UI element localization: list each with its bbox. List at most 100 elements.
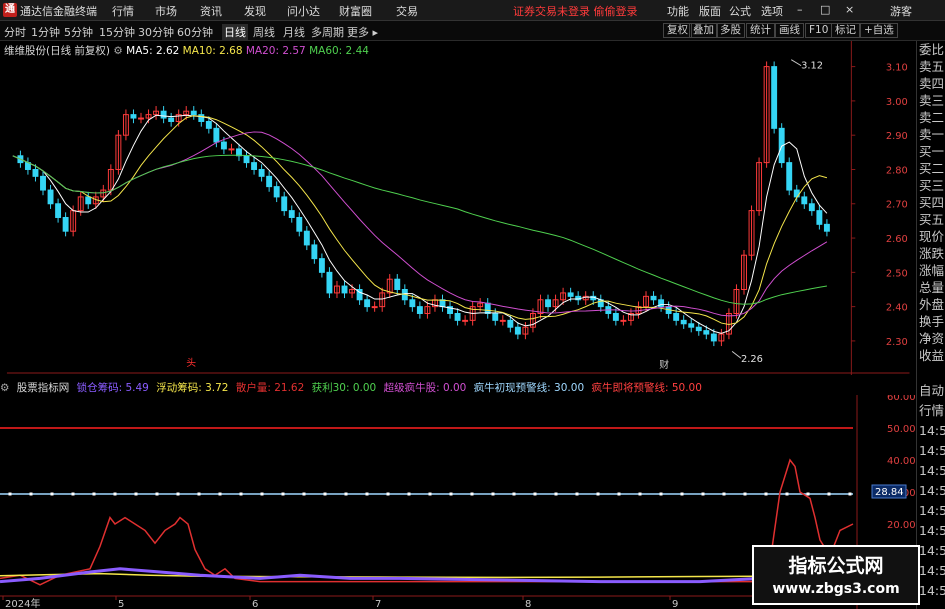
- close-button[interactable]: ×: [845, 3, 854, 16]
- kline-chart[interactable]: 3.10 3.00 2.90 2.80 2.70 2.60 2.50 2.40 2.30 3.1…: [0, 41, 945, 376]
- warning-line-dot: [512, 492, 516, 496]
- side-row: 14:50: [919, 583, 945, 598]
- side-row: 14:50: [919, 543, 945, 558]
- warning-line-dot: [806, 492, 810, 496]
- quote-panel: 委比 卖五 卖四 卖三 卖二 卖一 买一 买二 买三 买四 买五 现价 涨跌 涨…: [916, 41, 945, 381]
- candle-body: [318, 258, 325, 273]
- warning-line-dot: [470, 492, 474, 496]
- side-row: 14:50: [919, 463, 945, 478]
- add-watchlist-button[interactable]: +自选: [860, 23, 898, 38]
- side-row: 14:50: [919, 423, 945, 438]
- menu-quote[interactable]: 行情: [112, 3, 134, 19]
- warning-line-dot: [197, 492, 201, 496]
- time-tick-label: 5: [118, 599, 124, 609]
- multi-stock-button[interactable]: 多股: [716, 23, 745, 38]
- candle-body: [680, 319, 687, 325]
- indicator-axis: 60.0050.0040.0030.0020.00: [887, 395, 916, 531]
- warning-line-dot: [365, 492, 369, 496]
- price-tick-label: 2.80: [886, 165, 908, 176]
- warning-line-dot: [785, 492, 789, 496]
- period-multi[interactable]: 多周期: [311, 24, 344, 40]
- menu-fortune[interactable]: 财富圈: [339, 3, 372, 19]
- indicator-name[interactable]: 股票指标网: [17, 382, 70, 394]
- candle-body: [409, 299, 416, 308]
- price-axis: 3.10 3.00 2.90 2.80 2.70 2.60 2.50 2.40 2.30: [851, 63, 908, 348]
- overlay-button[interactable]: 叠加: [689, 23, 718, 38]
- period-1min[interactable]: 1分钟: [31, 24, 60, 40]
- menu-trade[interactable]: 交易: [396, 3, 418, 19]
- candle-body: [703, 330, 710, 335]
- maximize-button[interactable]: □: [820, 3, 830, 16]
- candle-body: [62, 216, 69, 232]
- candle-body: [688, 323, 695, 328]
- watermark-title: 指标公式网: [788, 555, 884, 577]
- candle-body: [303, 230, 310, 246]
- warning-line-dot: [680, 492, 684, 496]
- candle-body: [484, 302, 491, 314]
- candle-body: [439, 299, 446, 308]
- menu-market[interactable]: 市场: [155, 3, 177, 19]
- candle-body: [808, 203, 815, 212]
- minimize-button[interactable]: –: [797, 3, 803, 16]
- menu-option[interactable]: 选项: [761, 3, 783, 19]
- period-daily[interactable]: 日线: [222, 24, 248, 40]
- warning-line-dot: [596, 492, 600, 496]
- quote-row: 委比: [919, 42, 945, 57]
- price-tick-label: 3.00: [886, 97, 908, 108]
- period-15min[interactable]: 15分钟: [99, 24, 135, 40]
- candle-body: [650, 295, 657, 301]
- f10-button[interactable]: F10: [805, 23, 833, 38]
- candle-body: [220, 141, 227, 150]
- menu-info[interactable]: 资讯: [200, 3, 222, 19]
- quote-row: 买五: [919, 212, 945, 227]
- period-more[interactable]: 更多 ▸: [347, 24, 378, 40]
- draw-line-button[interactable]: 画线: [775, 23, 804, 38]
- candle-body: [296, 216, 303, 232]
- candle-body: [243, 155, 250, 164]
- period-30min[interactable]: 30分钟: [138, 24, 174, 40]
- period-60min[interactable]: 60分钟: [177, 24, 213, 40]
- candle-body: [341, 285, 348, 294]
- quote-row: 买二: [919, 161, 945, 176]
- quote-row: 收益: [919, 348, 945, 363]
- menu-ask[interactable]: 问小达: [287, 3, 320, 19]
- indicator-value: 超级疯牛股: 0.00: [383, 382, 467, 394]
- period-weekly[interactable]: 周线: [253, 24, 275, 40]
- warning-line-dot: [407, 492, 411, 496]
- warning-line-dot: [239, 492, 243, 496]
- candle-body: [251, 162, 258, 170]
- price-tick-label: 2.90: [886, 131, 908, 142]
- adjust-button[interactable]: 复权: [663, 23, 692, 38]
- candle-body: [507, 319, 514, 328]
- candle-body: [416, 306, 423, 314]
- indicator-settings-icon[interactable]: ⚙: [0, 382, 9, 394]
- mark-button[interactable]: 标记: [831, 23, 860, 38]
- guest-button[interactable]: 游客: [890, 3, 912, 19]
- price-tick-label: 2.60: [886, 234, 908, 245]
- period-intraday[interactable]: 分时: [4, 24, 26, 40]
- period-5min[interactable]: 5分钟: [64, 24, 93, 40]
- candle-body: [567, 292, 574, 297]
- indicator-tick-label: 40.00: [887, 456, 916, 467]
- ma5-label: MA5: 2.62: [126, 45, 180, 57]
- candle-body: [710, 333, 717, 342]
- warning-line-dot: [722, 492, 726, 496]
- menu-formula[interactable]: 公式: [729, 3, 751, 19]
- moving-average-lines: [12, 114, 828, 334]
- warning-line-dot: [743, 492, 747, 496]
- period-monthly[interactable]: 月线: [283, 24, 305, 40]
- candle-body: [499, 319, 506, 322]
- settings-icon[interactable]: ⚙: [113, 45, 122, 57]
- watermark: 指标公式网 www.zbgs3.com: [752, 545, 920, 605]
- quote-row: 卖四: [919, 76, 945, 91]
- warning-line-dot: [8, 492, 12, 496]
- menu-layout[interactable]: 版面: [699, 3, 721, 19]
- menu-function[interactable]: 功能: [667, 3, 689, 19]
- side-row: 行情: [919, 403, 945, 418]
- candle-body: [130, 114, 137, 119]
- menu-discover[interactable]: 发现: [244, 3, 266, 19]
- side-row[interactable]: 自动: [917, 381, 945, 401]
- login-warning-link[interactable]: 证券交易未登录 偷偷登录: [513, 3, 638, 19]
- stats-button[interactable]: 统计: [746, 23, 775, 38]
- quote-row: 现价: [919, 229, 945, 244]
